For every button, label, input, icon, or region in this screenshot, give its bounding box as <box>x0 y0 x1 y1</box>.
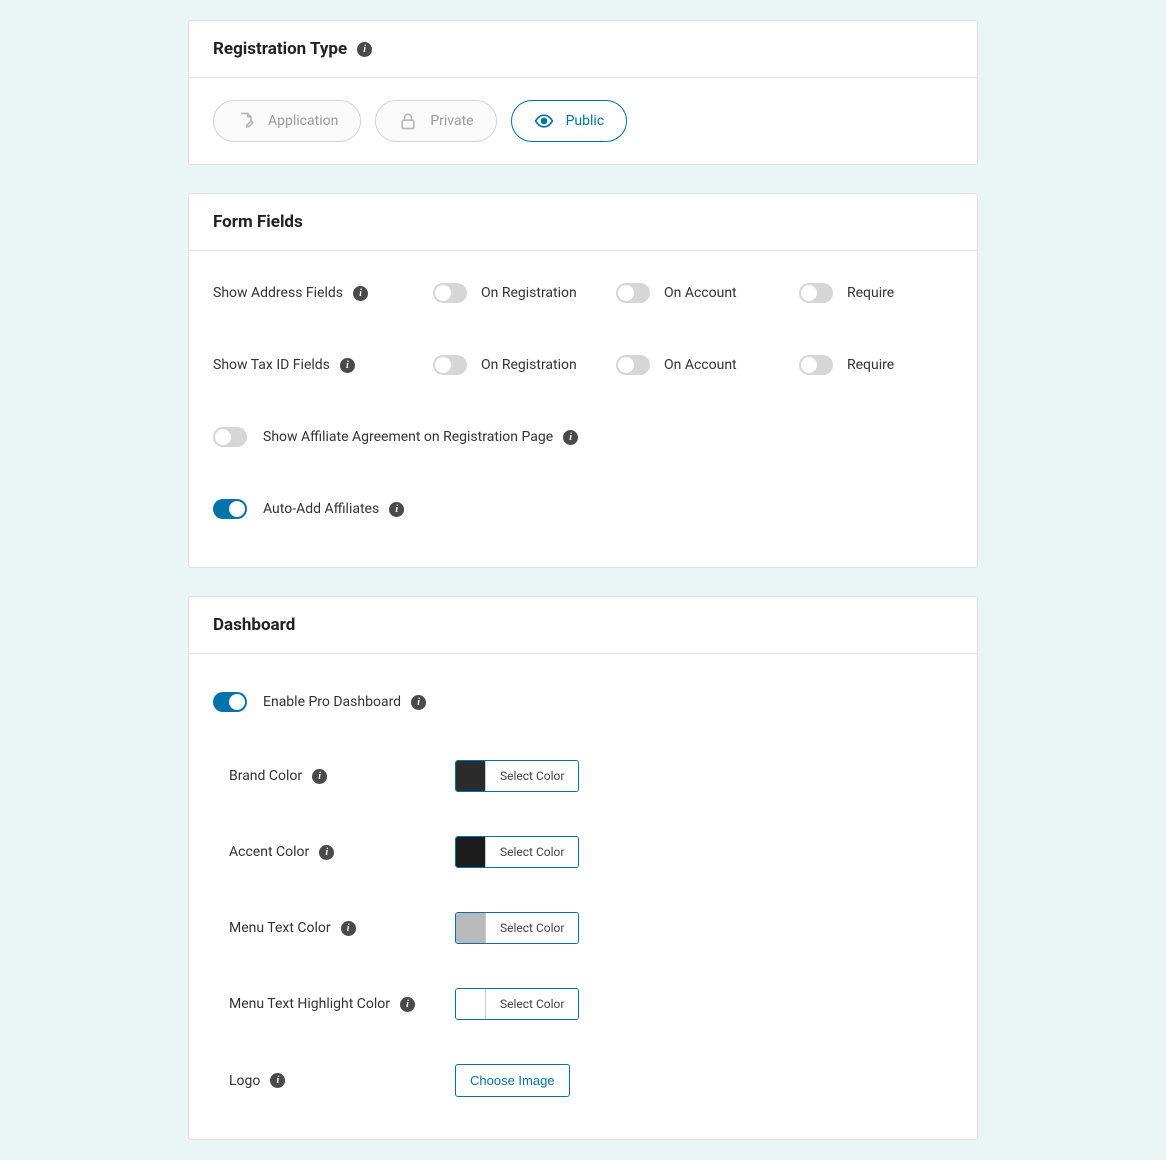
menu-text-color-row: Menu Text Color i Select Color <box>229 890 953 966</box>
toggle-label: On Account <box>664 285 769 301</box>
registration-type-title: Registration Type <box>213 39 347 59</box>
taxid-on-registration-toggle[interactable] <box>433 355 467 375</box>
accent-color-picker[interactable]: Select Color <box>455 836 579 868</box>
address-require-toggle[interactable] <box>799 283 833 303</box>
info-icon[interactable]: i <box>389 502 404 517</box>
dashboard-header: Dashboard <box>189 597 977 654</box>
form-fields-title: Form Fields <box>213 212 303 232</box>
dashboard-title: Dashboard <box>213 615 295 635</box>
address-on-registration-toggle[interactable] <box>433 283 467 303</box>
info-icon[interactable]: i <box>411 695 426 710</box>
registration-type-tabs: Application Private Public <box>213 100 953 142</box>
address-on-account-toggle[interactable] <box>616 283 650 303</box>
info-icon[interactable]: i <box>340 358 355 373</box>
color-swatch <box>456 989 486 1019</box>
menu-text-color-picker[interactable]: Select Color <box>455 912 579 944</box>
registration-tab-label: Application <box>268 113 338 129</box>
info-icon[interactable]: i <box>312 769 327 784</box>
dashboard-card: Dashboard Enable Pro Dashboard i Brand C… <box>188 596 978 1140</box>
toggle-label: Require <box>847 357 952 373</box>
logo-label: Logo <box>229 1073 260 1089</box>
info-icon[interactable]: i <box>357 42 372 57</box>
info-icon[interactable]: i <box>270 1073 285 1088</box>
auto-add-toggle[interactable] <box>213 499 247 519</box>
info-icon[interactable]: i <box>341 921 356 936</box>
info-icon[interactable]: i <box>319 845 334 860</box>
brand-color-label: Brand Color <box>229 768 302 784</box>
tax-id-fields-row: Show Tax ID Fields i On Registration On … <box>213 329 953 401</box>
toggle-label: Require <box>847 285 952 301</box>
menu-text-highlight-color-picker[interactable]: Select Color <box>455 988 579 1020</box>
form-fields-header: Form Fields <box>189 194 977 251</box>
brand-color-picker[interactable]: Select Color <box>455 760 579 792</box>
agreement-row: Show Affiliate Agreement on Registration… <box>213 401 953 473</box>
enable-pro-dashboard-label: Enable Pro Dashboard <box>263 694 401 710</box>
registration-tab-label: Private <box>430 113 473 129</box>
color-swatch <box>456 913 486 943</box>
registration-type-card: Registration Type i Application Pr <box>188 20 978 165</box>
info-icon[interactable]: i <box>563 430 578 445</box>
select-color-text: Select Color <box>486 989 578 1019</box>
menu-text-color-label: Menu Text Color <box>229 920 331 936</box>
registration-tab-private[interactable]: Private <box>375 100 496 142</box>
color-swatch <box>456 837 486 867</box>
eye-icon <box>534 111 554 131</box>
info-icon[interactable]: i <box>353 286 368 301</box>
registration-type-header: Registration Type i <box>189 21 977 78</box>
pencil-document-icon <box>236 111 256 131</box>
registration-tab-label: Public <box>566 113 605 129</box>
agreement-label: Show Affiliate Agreement on Registration… <box>263 429 553 445</box>
brand-color-row: Brand Color i Select Color <box>229 738 953 814</box>
auto-add-label: Auto-Add Affiliates <box>263 501 379 517</box>
accent-color-label: Accent Color <box>229 844 309 860</box>
form-fields-card: Form Fields Show Address Fields i On Reg… <box>188 193 978 568</box>
select-color-text: Select Color <box>486 837 578 867</box>
toggle-label: On Registration <box>481 285 586 301</box>
toggle-label: On Registration <box>481 357 586 373</box>
taxid-require-toggle[interactable] <box>799 355 833 375</box>
lock-icon <box>398 111 418 131</box>
registration-tab-application[interactable]: Application <box>213 100 361 142</box>
enable-pro-dashboard-toggle[interactable] <box>213 692 247 712</box>
address-fields-label: Show Address Fields <box>213 285 343 301</box>
agreement-toggle[interactable] <box>213 427 247 447</box>
toggle-label: On Account <box>664 357 769 373</box>
enable-pro-dashboard-row: Enable Pro Dashboard i <box>213 682 953 716</box>
accent-color-row: Accent Color i Select Color <box>229 814 953 890</box>
logo-row: Logo i Choose Image <box>229 1042 953 1119</box>
color-swatch <box>456 761 486 791</box>
tax-id-fields-label: Show Tax ID Fields <box>213 357 330 373</box>
choose-image-button[interactable]: Choose Image <box>455 1064 570 1097</box>
select-color-text: Select Color <box>486 761 578 791</box>
menu-text-highlight-color-row: Menu Text Highlight Color i Select Color <box>229 966 953 1042</box>
select-color-text: Select Color <box>486 913 578 943</box>
address-fields-row: Show Address Fields i On Registration On… <box>213 273 953 329</box>
registration-tab-public[interactable]: Public <box>511 100 628 142</box>
taxid-on-account-toggle[interactable] <box>616 355 650 375</box>
menu-text-highlight-color-label: Menu Text Highlight Color <box>229 996 390 1012</box>
auto-add-row: Auto-Add Affiliates i <box>213 473 953 545</box>
info-icon[interactable]: i <box>400 997 415 1012</box>
